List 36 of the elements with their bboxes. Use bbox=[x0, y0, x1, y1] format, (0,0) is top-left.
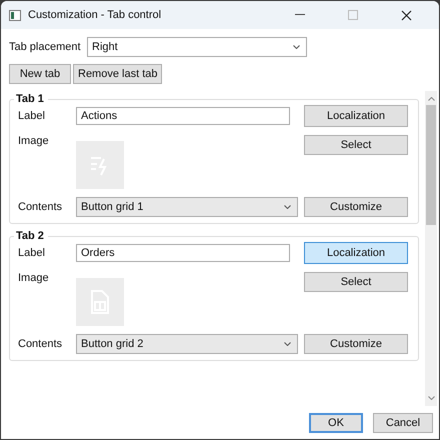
placement-dropdown[interactable]: Right bbox=[87, 37, 307, 57]
localization-button[interactable]: Localization bbox=[304, 242, 408, 264]
toolbar-button[interactable]: New tab bbox=[9, 64, 71, 84]
chevron-icon bbox=[284, 342, 291, 346]
label-input[interactable]: Orders bbox=[76, 244, 290, 262]
field-label: Contents bbox=[18, 201, 64, 213]
group-title: Tab 1 bbox=[15, 93, 45, 105]
field-label: Image bbox=[18, 272, 50, 284]
chevron-icon bbox=[293, 45, 300, 49]
field-label: Label bbox=[18, 247, 46, 259]
ok-button[interactable]: OK bbox=[309, 413, 363, 433]
select-button[interactable]: Select bbox=[304, 272, 408, 292]
maximize-icon[interactable] bbox=[348, 10, 358, 20]
customize-button[interactable]: Customize bbox=[304, 197, 408, 217]
label-input[interactable]: Actions bbox=[76, 107, 290, 125]
toolbar-button[interactable]: Remove last tab bbox=[73, 64, 162, 84]
close-icon[interactable] bbox=[400, 10, 412, 20]
chevron-icon bbox=[284, 205, 291, 209]
field-label: Label bbox=[18, 110, 46, 122]
group-title: Tab 2 bbox=[15, 230, 45, 242]
cancel-button[interactable]: Cancel bbox=[373, 413, 433, 433]
contents-dropdown[interactable]: Button grid 1 bbox=[76, 197, 298, 217]
customize-button[interactable]: Customize bbox=[304, 334, 408, 354]
scrollbar-thumb[interactable] bbox=[426, 105, 436, 225]
select-button[interactable]: Select bbox=[304, 135, 408, 155]
minimize-icon[interactable] bbox=[295, 14, 305, 16]
window-title: Customization - Tab control bbox=[28, 9, 162, 21]
scrollbar[interactable] bbox=[425, 91, 437, 406]
app-icon bbox=[9, 10, 21, 20]
field-label: Tab placement bbox=[9, 41, 82, 53]
contents-dropdown[interactable]: Button grid 2 bbox=[76, 334, 298, 354]
scroll-up-icon[interactable] bbox=[428, 97, 434, 101]
scroll-down-icon[interactable] bbox=[428, 396, 434, 400]
localization-button[interactable]: Localization bbox=[304, 105, 408, 127]
field-label: Contents bbox=[18, 338, 64, 350]
field-label: Image bbox=[18, 135, 50, 147]
